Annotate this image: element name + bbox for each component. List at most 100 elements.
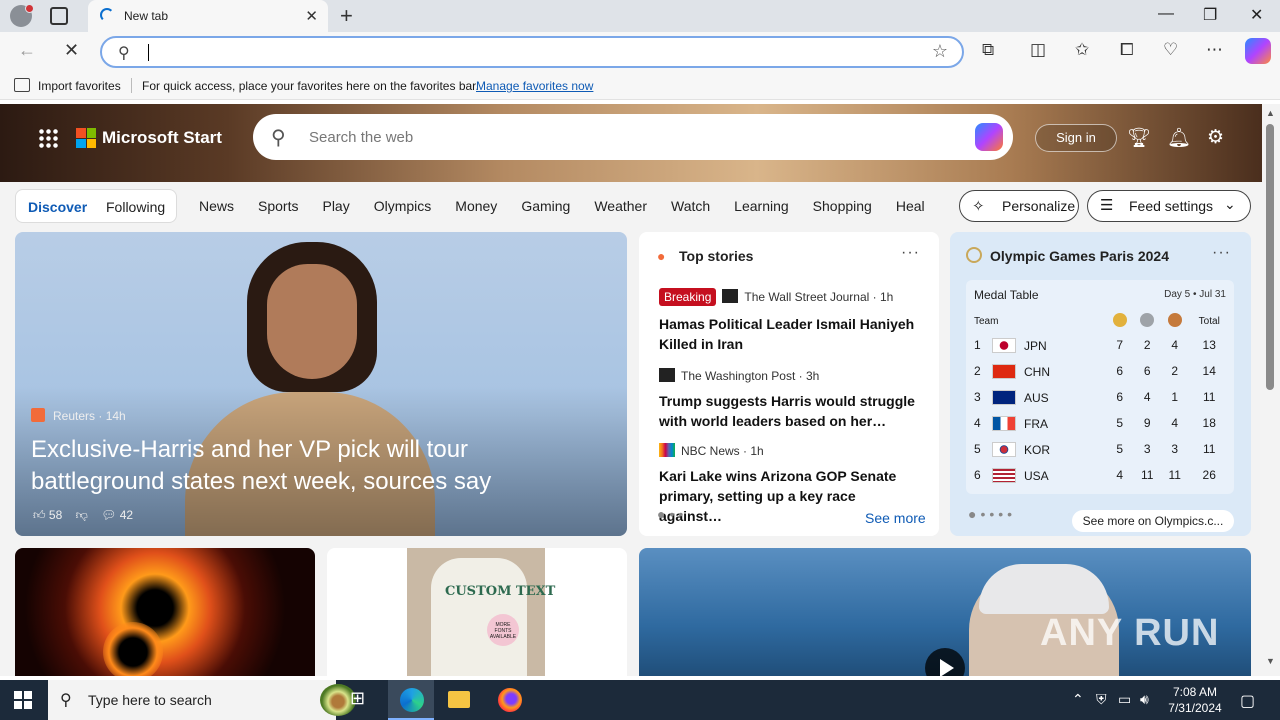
task-view-icon[interactable]: ⊞ — [350, 688, 365, 709]
fire-icon: ● — [657, 248, 666, 264]
network-security-icon[interactable]: ⛨ — [1096, 691, 1107, 708]
scroll-up-icon[interactable]: ▲ — [1266, 108, 1275, 118]
copilot-icon[interactable] — [1245, 38, 1271, 64]
app-launcher-icon[interactable] — [38, 128, 58, 148]
edge-icon[interactable] — [400, 688, 424, 712]
feed-settings-button[interactable]: ☰ Feed settings ⌄ — [1087, 190, 1251, 222]
favorites-icon[interactable]: ✩ — [1075, 40, 1089, 60]
table-row[interactable]: 4 FRA 5 9 4 18 — [974, 410, 1230, 436]
nav-link-sports[interactable]: Sports — [258, 198, 298, 214]
nav-link-play[interactable]: Play — [322, 198, 349, 214]
scrollbar-thumb[interactable] — [1266, 124, 1274, 390]
shirt-text: CUSTOM TEXT — [445, 584, 556, 599]
chevron-down-icon: ⌄ — [1224, 196, 1236, 212]
restore-icon[interactable]: ❐ — [1203, 5, 1217, 25]
more-options-icon[interactable]: ··· — [901, 244, 920, 262]
rewards-icon[interactable]: 🏆︎ — [1127, 126, 1151, 150]
nav-link-olympics[interactable]: Olympics — [374, 198, 432, 214]
microsoft-logo — [76, 128, 96, 148]
more-options-icon[interactable]: ··· — [1212, 244, 1231, 262]
tab-following[interactable]: Following — [106, 199, 165, 215]
story-headline[interactable]: Trump suggests Harris would struggle wit… — [659, 391, 921, 431]
tab-title: New tab — [124, 9, 169, 23]
volume-icon[interactable]: 🔊︎ — [1140, 691, 1149, 708]
story-item[interactable]: Breaking The Wall Street Journal · 1h Ham… — [659, 288, 921, 354]
notification-center-icon[interactable]: ▢ — [1240, 691, 1255, 711]
clock-time: 7:08 AM — [1172, 685, 1218, 699]
browser-essentials-icon[interactable]: ♡ — [1163, 40, 1178, 60]
file-explorer-icon[interactable] — [448, 691, 470, 708]
show-hidden-icons[interactable]: ⌃ — [1072, 691, 1084, 708]
comment-icon[interactable]: 💬︎ — [101, 508, 116, 522]
minimize-icon[interactable]: — — [1158, 5, 1174, 23]
hero-story-card[interactable]: Reuters · 14h Exclusive-Harris and her V… — [15, 232, 627, 536]
settings-gear-icon[interactable]: ⚙ — [1207, 126, 1224, 149]
story-item[interactable]: The Washington Post · 3h Trump suggests … — [659, 368, 921, 431]
nav-link-money[interactable]: Money — [455, 198, 497, 214]
stop-icon[interactable]: ✕ — [64, 40, 79, 61]
import-favorites-button[interactable]: Import favorites — [38, 79, 121, 93]
sign-in-button[interactable]: Sign in — [1035, 124, 1117, 152]
see-more-link[interactable]: See more — [865, 510, 926, 526]
collections-icon[interactable]: ⧠ — [1120, 40, 1134, 60]
reuters-logo-icon — [31, 408, 45, 422]
close-window-icon[interactable]: ✕ — [1250, 5, 1263, 25]
settings-menu-icon[interactable]: ⋯ — [1206, 40, 1223, 60]
notifications-bell-icon[interactable]: 🔔︎ — [1167, 126, 1191, 150]
medal-table[interactable]: Medal Table Day 5 • Jul 31 Team Total 1 — [966, 280, 1234, 494]
close-tab-icon[interactable]: ✕ — [305, 7, 318, 25]
extensions-icon[interactable]: ⧉ — [982, 40, 994, 60]
nav-link-watch[interactable]: Watch — [671, 198, 710, 214]
black-hole-story-card[interactable] — [15, 548, 315, 676]
thumbs-up-icon[interactable]: 👍︎ — [33, 508, 46, 522]
personalize-button[interactable]: ✧ Personalize — [959, 190, 1079, 222]
see-more-olympics-button[interactable]: See more on Olympics.c... — [1072, 510, 1234, 532]
back-icon[interactable]: ← — [18, 40, 36, 61]
play-icon[interactable] — [925, 648, 965, 676]
nav-link-news[interactable]: News — [199, 198, 234, 214]
hero-headline[interactable]: Exclusive-Harris and her VP pick will to… — [31, 434, 591, 498]
nav-link-gaming[interactable]: Gaming — [521, 198, 570, 214]
olympics-title[interactable]: Olympic Games Paris 2024 — [990, 248, 1169, 264]
breaking-badge: Breaking — [659, 288, 717, 306]
tab-discover[interactable]: Discover — [28, 199, 87, 215]
table-row[interactable]: 6 USA 4 11 11 26 — [974, 462, 1230, 488]
story-headline[interactable]: Hamas Political Leader Ismail Haniyeh Ki… — [659, 314, 921, 354]
new-tab-button[interactable]: + — [340, 3, 353, 29]
shirt-ad-card[interactable]: CUSTOM TEXT MORE FONTS AVAILABLE — [327, 548, 627, 676]
taskbar-search-box[interactable]: ⚲ Type here to search — [48, 680, 356, 720]
nav-link-shopping[interactable]: Shopping — [813, 198, 872, 214]
carousel-pager[interactable]: ●•••• — [968, 506, 1016, 522]
thumbs-down-icon[interactable]: 👎︎ — [76, 508, 88, 522]
table-row[interactable]: 5 KOR 5 3 3 11 — [974, 436, 1230, 462]
table-row[interactable]: 2 CHN 6 6 2 14 — [974, 358, 1230, 384]
brand-title[interactable]: Microsoft Start — [102, 128, 222, 148]
split-screen-icon[interactable]: ◫ — [1030, 40, 1046, 60]
start-button[interactable] — [14, 691, 32, 709]
table-row[interactable]: 1 JPN 7 2 4 13 — [974, 332, 1230, 358]
nav-link-weather[interactable]: Weather — [594, 198, 647, 214]
like-count: 58 — [48, 508, 63, 522]
firefox-icon[interactable] — [498, 688, 522, 712]
nav-link-learning[interactable]: Learning — [734, 198, 789, 214]
category-links: News Sports Play Olympics Money Gaming W… — [199, 198, 949, 214]
tab-new-tab[interactable]: New tab ✕ — [88, 0, 328, 32]
web-search-box[interactable]: ⚲ Search the web — [253, 114, 1013, 160]
nav-link-health[interactable]: Heal — [896, 198, 925, 214]
carousel-pager[interactable]: ●•• — [657, 506, 687, 522]
page-scrollbar[interactable]: ▲ ▼ — [1262, 104, 1280, 676]
network-icon[interactable]: ▭ — [1118, 691, 1131, 708]
olympics-card: Olympic Games Paris 2024 ··· Medal Table… — [950, 232, 1251, 536]
profile-icon[interactable] — [10, 4, 34, 27]
table-row[interactable]: 3 AUS 6 4 1 11 — [974, 384, 1230, 410]
favorite-star-icon[interactable]: ☆ — [932, 41, 948, 62]
tab-actions-icon[interactable] — [50, 7, 68, 25]
scroll-down-icon[interactable]: ▼ — [1266, 656, 1275, 666]
top-stories-title[interactable]: Top stories — [679, 248, 753, 264]
feed-settings-label: Feed settings — [1129, 198, 1214, 214]
address-bar[interactable]: ⚲ ☆ — [100, 36, 964, 68]
text-caret — [148, 44, 149, 61]
copilot-icon[interactable] — [975, 123, 1003, 151]
manage-favorites-link[interactable]: Manage favorites now — [476, 79, 593, 93]
system-clock[interactable]: 7:08 AM 7/31/2024 — [1160, 684, 1230, 716]
